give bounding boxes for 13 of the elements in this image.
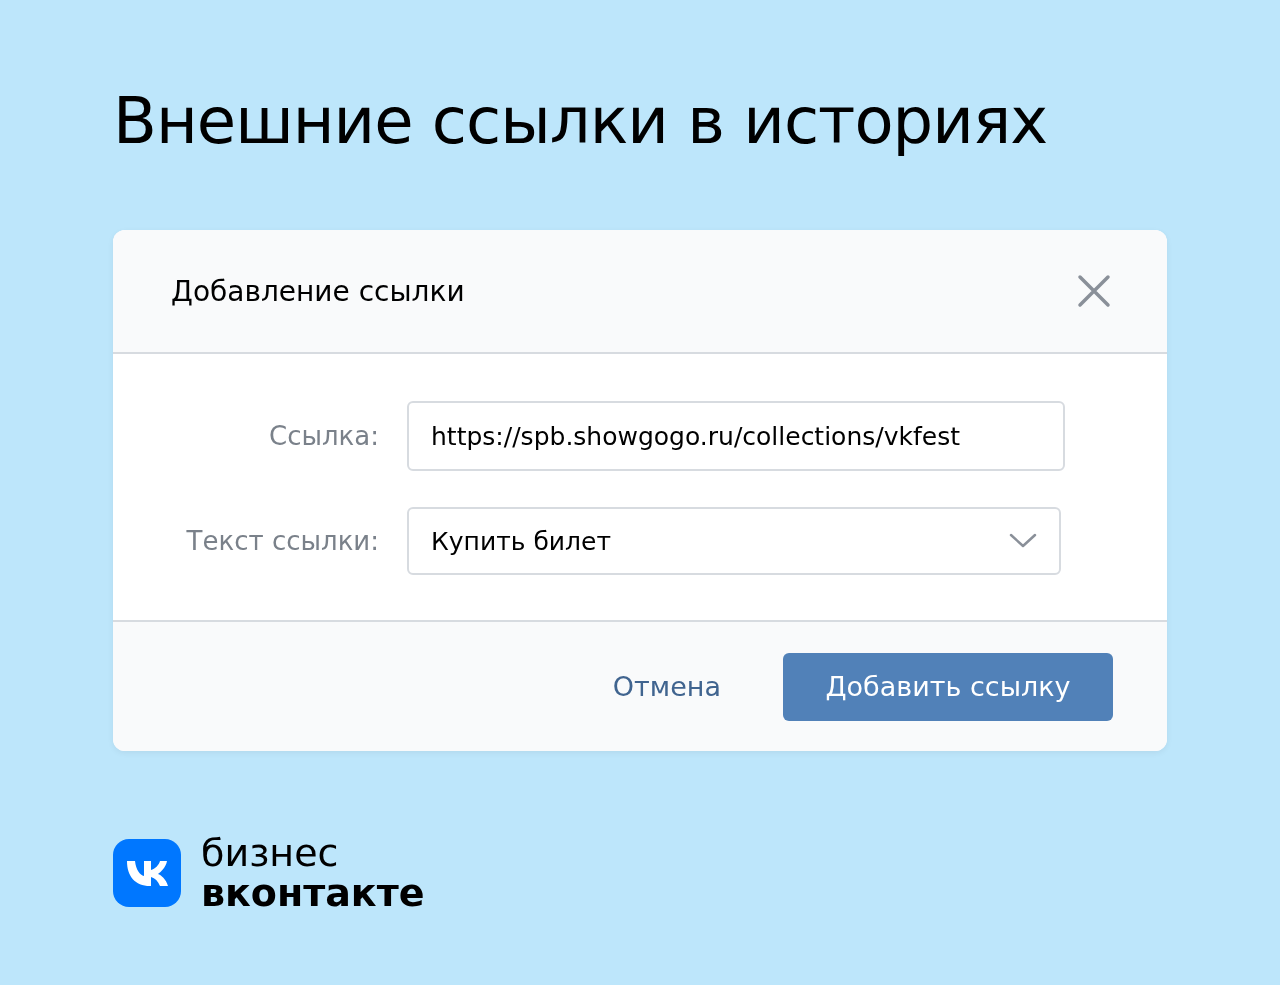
chevron-down-icon (1009, 533, 1037, 549)
field-label: Текст ссылки: (185, 526, 379, 556)
dropdown[interactable]: Купить билет (407, 507, 1061, 575)
brand-line: бизнес (201, 833, 340, 873)
headline: Внешние ссылки в историях (113, 83, 1049, 160)
dialog-title: Добавление ссылки (171, 274, 465, 308)
brand-name: вконтакте (201, 873, 425, 913)
close-icon[interactable] (1077, 274, 1111, 308)
field-label: Ссылка: (268, 421, 379, 451)
input-field[interactable]: https://spb.showgogo.ru/collections/vkfest (407, 401, 1065, 471)
logo-icon (113, 839, 181, 907)
cancel-button[interactable]: Отмена (612, 667, 721, 706)
submit-button[interactable]: Добавить ссылку (783, 652, 1113, 721)
